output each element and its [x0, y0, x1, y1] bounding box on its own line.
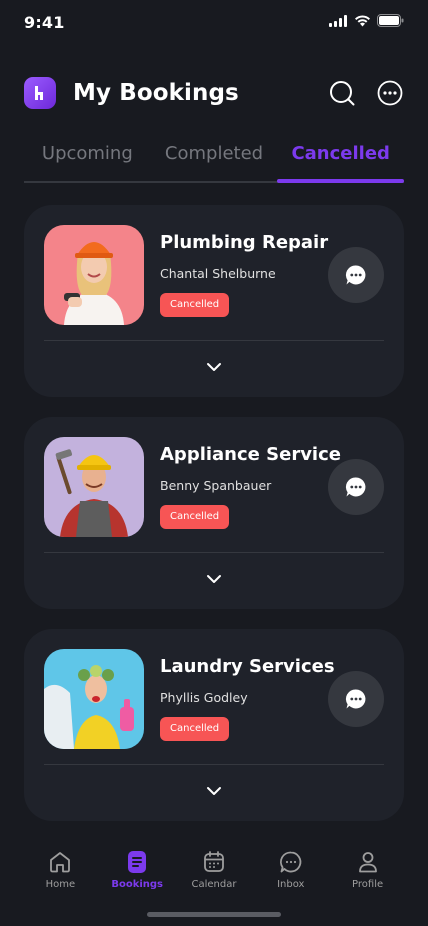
chat-icon — [345, 265, 366, 285]
expand-button[interactable] — [202, 567, 226, 591]
booking-card[interactable]: Plumbing Repair Chantal Shelburne Cancel… — [24, 205, 404, 397]
provider-name: Chantal Shelburne — [160, 266, 276, 281]
home-indicator — [147, 912, 281, 917]
nav-home[interactable]: Home — [30, 838, 90, 926]
card-divider — [44, 552, 384, 553]
home-icon — [50, 852, 71, 873]
more-options-button[interactable] — [376, 79, 404, 107]
signal-icon — [329, 14, 347, 27]
status-badge: Cancelled — [160, 505, 230, 529]
nav-profile[interactable]: Profile — [338, 838, 398, 926]
status-badge: Cancelled — [160, 293, 230, 317]
chat-icon — [279, 851, 302, 873]
chevron-down-icon — [207, 575, 221, 583]
expand-button[interactable] — [202, 779, 226, 803]
logo-icon — [35, 86, 43, 100]
nav-label: Inbox — [277, 879, 305, 890]
nav-label: Calendar — [191, 879, 237, 890]
booking-card[interactable]: Appliance Service Benny Spanbauer Cancel… — [24, 417, 404, 609]
chat-button[interactable] — [328, 247, 384, 303]
profile-icon — [358, 852, 377, 873]
card-divider — [44, 340, 384, 341]
status-icons — [329, 14, 404, 27]
nav-label: Bookings — [111, 879, 164, 890]
status-time: 9:41 — [24, 13, 65, 32]
service-photo — [44, 225, 144, 325]
status-bar: 9:41 — [0, 0, 428, 44]
nav-label: Profile — [352, 879, 384, 890]
search-button[interactable] — [328, 79, 356, 107]
tab-completed[interactable]: Completed — [151, 140, 278, 181]
chat-button[interactable] — [328, 459, 384, 515]
page-title: My Bookings — [73, 80, 239, 106]
booking-card[interactable]: Laundry Services Phyllis Godley Cancelle… — [24, 629, 404, 821]
search-icon — [330, 81, 355, 106]
document-icon — [128, 851, 147, 873]
header-actions — [328, 79, 404, 107]
tab-cancelled[interactable]: Cancelled — [277, 140, 404, 183]
battery-icon — [377, 14, 404, 27]
chat-button[interactable] — [328, 671, 384, 727]
header: My Bookings — [24, 76, 404, 110]
app-logo — [24, 77, 56, 109]
provider-name: Phyllis Godley — [160, 690, 248, 705]
tab-upcoming[interactable]: Upcoming — [24, 140, 151, 181]
booking-tabs: Upcoming Completed Cancelled — [24, 140, 404, 183]
service-title: Plumbing Repair — [160, 232, 329, 253]
expand-button[interactable] — [202, 355, 226, 379]
status-badge: Cancelled — [160, 717, 230, 741]
nav-label: Home — [45, 879, 76, 890]
service-photo — [44, 649, 144, 749]
service-photo — [44, 437, 144, 537]
calendar-icon — [204, 851, 224, 872]
chevron-down-icon — [207, 363, 221, 371]
wifi-icon — [355, 14, 370, 26]
chat-icon — [345, 689, 366, 709]
card-divider — [44, 764, 384, 765]
service-title: Appliance Service — [160, 444, 341, 465]
provider-name: Benny Spanbauer — [160, 478, 272, 493]
more-icon — [377, 80, 403, 106]
service-title: Laundry Services — [160, 656, 335, 677]
chevron-down-icon — [207, 787, 221, 795]
chat-icon — [345, 477, 366, 497]
